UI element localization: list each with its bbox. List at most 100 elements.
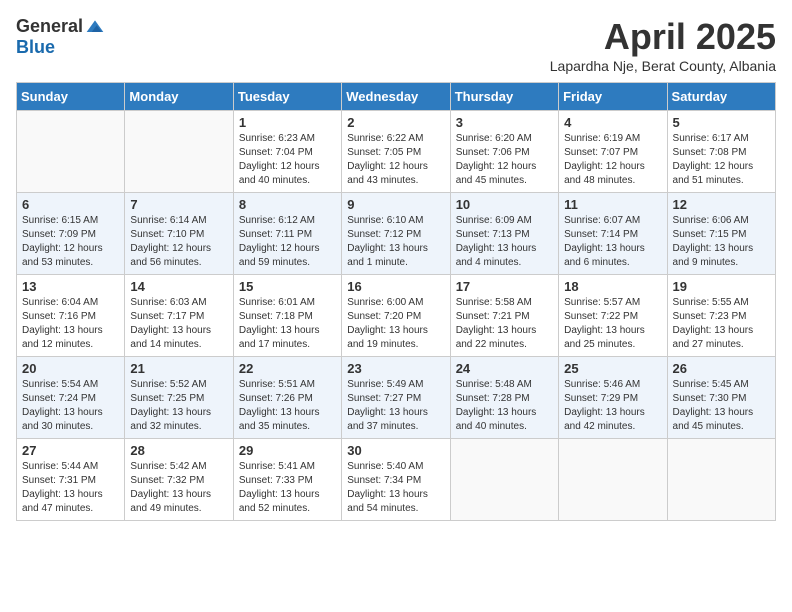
- day-number: 22: [239, 361, 336, 376]
- sunset-text: Sunset: 7:11 PM: [239, 228, 336, 242]
- daylight-text: Daylight: 12 hours and 53 minutes.: [22, 242, 119, 270]
- daylight-text: Daylight: 12 hours and 51 minutes.: [673, 160, 770, 188]
- day-info: Sunrise: 6:17 AMSunset: 7:08 PMDaylight:…: [673, 132, 770, 188]
- sunset-text: Sunset: 7:28 PM: [456, 392, 553, 406]
- sunrise-text: Sunrise: 5:44 AM: [22, 460, 119, 474]
- day-info: Sunrise: 6:10 AMSunset: 7:12 PMDaylight:…: [347, 214, 444, 270]
- logo-blue-text: Blue: [16, 37, 55, 58]
- sunset-text: Sunset: 7:18 PM: [239, 310, 336, 324]
- sunset-text: Sunset: 7:14 PM: [564, 228, 661, 242]
- sunset-text: Sunset: 7:32 PM: [130, 474, 227, 488]
- sunset-text: Sunset: 7:27 PM: [347, 392, 444, 406]
- table-row: 20Sunrise: 5:54 AMSunset: 7:24 PMDayligh…: [17, 357, 125, 439]
- daylight-text: Daylight: 13 hours and 27 minutes.: [673, 324, 770, 352]
- sunrise-text: Sunrise: 5:48 AM: [456, 378, 553, 392]
- sunset-text: Sunset: 7:25 PM: [130, 392, 227, 406]
- table-row: 26Sunrise: 5:45 AMSunset: 7:30 PMDayligh…: [667, 357, 775, 439]
- table-row: [559, 439, 667, 521]
- calendar-week-row: 20Sunrise: 5:54 AMSunset: 7:24 PMDayligh…: [17, 357, 776, 439]
- location-subtitle: Lapardha Nje, Berat County, Albania: [550, 58, 776, 74]
- table-row: 5 Sunrise: 6:17 AMSunset: 7:08 PMDaylight…: [667, 111, 775, 193]
- day-number: 26: [673, 361, 770, 376]
- calendar-week-row: 27Sunrise: 5:44 AMSunset: 7:31 PMDayligh…: [17, 439, 776, 521]
- sunrise-text: Sunrise: 6:00 AM: [347, 296, 444, 310]
- sunrise-text: Sunrise: 6:01 AM: [239, 296, 336, 310]
- sunset-text: Sunset: 7:04 PM: [239, 146, 336, 160]
- calendar-table: Sunday Monday Tuesday Wednesday Thursday…: [16, 82, 776, 521]
- sunrise-text: Sunrise: 6:06 AM: [673, 214, 770, 228]
- sunrise-text: Sunrise: 6:15 AM: [22, 214, 119, 228]
- day-number: 27: [22, 443, 119, 458]
- sunset-text: Sunset: 7:21 PM: [456, 310, 553, 324]
- daylight-text: Daylight: 13 hours and 40 minutes.: [456, 406, 553, 434]
- daylight-text: Daylight: 13 hours and 54 minutes.: [347, 488, 444, 516]
- sunrise-text: Sunrise: 5:55 AM: [673, 296, 770, 310]
- sunset-text: Sunset: 7:23 PM: [673, 310, 770, 324]
- daylight-text: Daylight: 12 hours and 59 minutes.: [239, 242, 336, 270]
- sunrise-text: Sunrise: 6:09 AM: [456, 214, 553, 228]
- col-monday: Monday: [125, 83, 233, 111]
- sunset-text: Sunset: 7:34 PM: [347, 474, 444, 488]
- sunset-text: Sunset: 7:07 PM: [564, 146, 661, 160]
- daylight-text: Daylight: 13 hours and 17 minutes.: [239, 324, 336, 352]
- day-number: 5: [673, 115, 770, 130]
- logo: General Blue: [16, 16, 105, 58]
- sunrise-text: Sunrise: 5:54 AM: [22, 378, 119, 392]
- table-row: 13Sunrise: 6:04 AMSunset: 7:16 PMDayligh…: [17, 275, 125, 357]
- sunset-text: Sunset: 7:16 PM: [22, 310, 119, 324]
- day-info: Sunrise: 6:22 AMSunset: 7:05 PMDaylight:…: [347, 132, 444, 188]
- daylight-text: Daylight: 13 hours and 6 minutes.: [564, 242, 661, 270]
- table-row: 16Sunrise: 6:00 AMSunset: 7:20 PMDayligh…: [342, 275, 450, 357]
- col-sunday: Sunday: [17, 83, 125, 111]
- daylight-text: Daylight: 12 hours and 45 minutes.: [456, 160, 553, 188]
- day-info: Sunrise: 6:00 AMSunset: 7:20 PMDaylight:…: [347, 296, 444, 352]
- sunset-text: Sunset: 7:29 PM: [564, 392, 661, 406]
- table-row: [667, 439, 775, 521]
- sunset-text: Sunset: 7:17 PM: [130, 310, 227, 324]
- day-info: Sunrise: 6:20 AMSunset: 7:06 PMDaylight:…: [456, 132, 553, 188]
- day-info: Sunrise: 6:06 AMSunset: 7:15 PMDaylight:…: [673, 214, 770, 270]
- sunset-text: Sunset: 7:13 PM: [456, 228, 553, 242]
- day-number: 24: [456, 361, 553, 376]
- sunrise-text: Sunrise: 6:14 AM: [130, 214, 227, 228]
- day-info: Sunrise: 6:15 AMSunset: 7:09 PMDaylight:…: [22, 214, 119, 270]
- daylight-text: Daylight: 12 hours and 40 minutes.: [239, 160, 336, 188]
- day-number: 3: [456, 115, 553, 130]
- table-row: 12Sunrise: 6:06 AMSunset: 7:15 PMDayligh…: [667, 193, 775, 275]
- daylight-text: Daylight: 12 hours and 43 minutes.: [347, 160, 444, 188]
- table-row: 11Sunrise: 6:07 AMSunset: 7:14 PMDayligh…: [559, 193, 667, 275]
- day-number: 21: [130, 361, 227, 376]
- daylight-text: Daylight: 13 hours and 19 minutes.: [347, 324, 444, 352]
- day-number: 19: [673, 279, 770, 294]
- daylight-text: Daylight: 13 hours and 35 minutes.: [239, 406, 336, 434]
- table-row: 10Sunrise: 6:09 AMSunset: 7:13 PMDayligh…: [450, 193, 558, 275]
- table-row: 7Sunrise: 6:14 AMSunset: 7:10 PMDaylight…: [125, 193, 233, 275]
- daylight-text: Daylight: 13 hours and 47 minutes.: [22, 488, 119, 516]
- table-row: 3 Sunrise: 6:20 AMSunset: 7:06 PMDaylight…: [450, 111, 558, 193]
- day-number: 6: [22, 197, 119, 212]
- sunrise-text: Sunrise: 5:46 AM: [564, 378, 661, 392]
- sunrise-text: Sunrise: 6:22 AM: [347, 132, 444, 146]
- table-row: 14Sunrise: 6:03 AMSunset: 7:17 PMDayligh…: [125, 275, 233, 357]
- day-info: Sunrise: 6:19 AMSunset: 7:07 PMDaylight:…: [564, 132, 661, 188]
- daylight-text: Daylight: 13 hours and 52 minutes.: [239, 488, 336, 516]
- table-row: 23Sunrise: 5:49 AMSunset: 7:27 PMDayligh…: [342, 357, 450, 439]
- sunset-text: Sunset: 7:24 PM: [22, 392, 119, 406]
- day-info: Sunrise: 5:49 AMSunset: 7:27 PMDaylight:…: [347, 378, 444, 434]
- table-row: 9Sunrise: 6:10 AMSunset: 7:12 PMDaylight…: [342, 193, 450, 275]
- calendar-week-row: 13Sunrise: 6:04 AMSunset: 7:16 PMDayligh…: [17, 275, 776, 357]
- daylight-text: Daylight: 13 hours and 49 minutes.: [130, 488, 227, 516]
- daylight-text: Daylight: 13 hours and 22 minutes.: [456, 324, 553, 352]
- table-row: 2Sunrise: 6:22 AMSunset: 7:05 PMDaylight…: [342, 111, 450, 193]
- sunset-text: Sunset: 7:05 PM: [347, 146, 444, 160]
- sunrise-text: Sunrise: 6:03 AM: [130, 296, 227, 310]
- sunrise-text: Sunrise: 5:57 AM: [564, 296, 661, 310]
- day-info: Sunrise: 6:14 AMSunset: 7:10 PMDaylight:…: [130, 214, 227, 270]
- table-row: [450, 439, 558, 521]
- daylight-text: Daylight: 13 hours and 12 minutes.: [22, 324, 119, 352]
- sunrise-text: Sunrise: 5:40 AM: [347, 460, 444, 474]
- col-saturday: Saturday: [667, 83, 775, 111]
- daylight-text: Daylight: 13 hours and 30 minutes.: [22, 406, 119, 434]
- sunset-text: Sunset: 7:12 PM: [347, 228, 444, 242]
- logo-icon: [85, 17, 105, 37]
